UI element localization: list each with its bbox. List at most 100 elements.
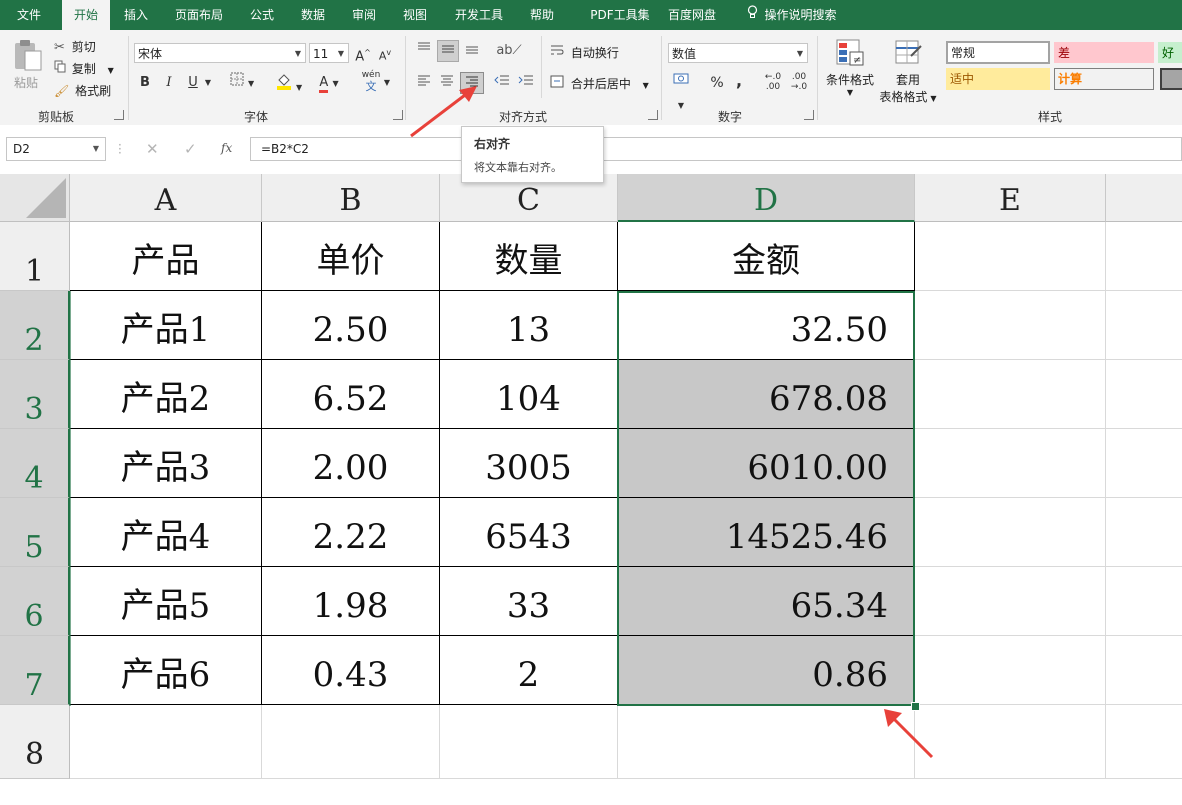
cell-b2[interactable]: 2.50 (262, 291, 440, 360)
column-header-b[interactable]: B (262, 174, 440, 222)
cell-b8[interactable] (262, 705, 440, 779)
cell-a5[interactable]: 产品4 (70, 498, 262, 567)
row-header-4[interactable]: 4 (0, 429, 70, 498)
cell-e4[interactable] (915, 429, 1106, 498)
tab-formulas[interactable]: 公式 (241, 0, 283, 30)
wrap-text-button[interactable]: 自动换行 (550, 44, 619, 62)
accounting-format-button[interactable]: ▼ (668, 72, 694, 110)
paste-button[interactable]: 粘贴 (10, 38, 46, 94)
decrease-decimal-button[interactable]: .00 →.0 (788, 72, 810, 94)
align-center-button[interactable] (437, 72, 457, 94)
cell-d4[interactable]: 6010.00 (618, 429, 915, 498)
cell-c2[interactable]: 13 (440, 291, 618, 360)
column-header-e[interactable]: E (915, 174, 1106, 222)
orientation-button[interactable]: ab⟋ (494, 40, 524, 62)
comma-style-button[interactable]: , (732, 70, 746, 92)
style-check-cell[interactable] (1160, 68, 1182, 90)
clipboard-launcher-icon[interactable] (114, 110, 124, 120)
cell-b7[interactable]: 0.43 (262, 636, 440, 705)
row-header-1[interactable]: 1 (0, 222, 70, 291)
cell-b6[interactable]: 1.98 (262, 567, 440, 636)
row-header-7[interactable]: 7 (0, 636, 70, 705)
name-box[interactable]: D2 ▼ (6, 137, 106, 161)
cell-f7[interactable] (1106, 636, 1182, 705)
row-header-3[interactable]: 3 (0, 360, 70, 429)
tab-home[interactable]: 开始 (62, 0, 110, 32)
tab-page-layout[interactable]: 页面布局 (167, 0, 231, 30)
tab-view[interactable]: 视图 (394, 0, 436, 30)
column-header-d[interactable]: D (618, 174, 915, 222)
cell-a3[interactable]: 产品2 (70, 360, 262, 429)
cell-d5[interactable]: 14525.46 (618, 498, 915, 567)
style-neutral[interactable]: 适中 (946, 68, 1050, 90)
alignment-launcher-icon[interactable] (648, 110, 658, 120)
cell-f4[interactable] (1106, 429, 1182, 498)
style-good[interactable]: 好 (1158, 42, 1182, 63)
italic-button[interactable]: I (160, 72, 178, 94)
cell-a7[interactable]: 产品6 (70, 636, 262, 705)
grow-font-button[interactable]: A^ (354, 42, 372, 64)
percent-button[interactable]: % (708, 72, 726, 94)
font-size-select[interactable]: 11 ▼ (309, 43, 349, 63)
tab-pdf-tools[interactable]: PDF工具集 (572, 0, 668, 30)
font-launcher-icon[interactable] (393, 110, 403, 120)
cut-button[interactable]: ✂ 剪切 (54, 38, 96, 56)
cell-d2[interactable]: 32.50 (618, 291, 915, 360)
cell-d8[interactable] (618, 705, 915, 779)
fill-handle[interactable] (911, 702, 920, 711)
cell-c1[interactable]: 数量 (440, 222, 618, 291)
cell-f5[interactable] (1106, 498, 1182, 567)
cell-e3[interactable] (915, 360, 1106, 429)
cell-f6[interactable] (1106, 567, 1182, 636)
align-right-button[interactable] (460, 72, 484, 94)
select-all-button[interactable] (0, 174, 70, 222)
format-as-table-button[interactable]: 套用 表格格式 ▼ (876, 38, 940, 104)
cell-c3[interactable]: 104 (440, 360, 618, 429)
row-header-6[interactable]: 6 (0, 567, 70, 636)
cancel-entry-icon[interactable]: ✕ (146, 140, 159, 158)
tab-help[interactable]: 帮助 (521, 0, 563, 30)
row-header-8[interactable]: 8 (0, 705, 70, 779)
tab-data[interactable]: 数据 (292, 0, 334, 30)
tab-insert[interactable]: 插入 (115, 0, 157, 30)
cell-b5[interactable]: 2.22 (262, 498, 440, 567)
cell-e5[interactable] (915, 498, 1106, 567)
cell-b3[interactable]: 6.52 (262, 360, 440, 429)
column-header-a[interactable]: A (70, 174, 262, 222)
cell-c7[interactable]: 2 (440, 636, 618, 705)
font-name-select[interactable]: 宋体 ▼ (134, 43, 306, 63)
copy-button[interactable]: 复制 ▼ (54, 60, 114, 78)
increase-decimal-button[interactable]: ←.0.00 (762, 72, 784, 94)
cell-b4[interactable]: 2.00 (262, 429, 440, 498)
tell-me-search[interactable]: 操作说明搜索 (736, 0, 848, 30)
cell-f8[interactable] (1106, 705, 1182, 779)
cell-d3[interactable]: 678.08 (618, 360, 915, 429)
number-format-select[interactable]: 数值 ▼ (668, 43, 808, 63)
merge-center-button[interactable]: 合并后居中 ▼ (550, 75, 649, 93)
fill-color-button[interactable]: ▼ (274, 72, 304, 94)
tab-file[interactable]: 文件 (6, 0, 52, 30)
cell-d6[interactable]: 65.34 (618, 567, 915, 636)
style-bad[interactable]: 差 (1054, 42, 1154, 63)
insert-function-button[interactable]: fx (221, 141, 232, 155)
cell-a6[interactable]: 产品5 (70, 567, 262, 636)
cell-d7[interactable]: 0.86 (618, 636, 915, 705)
cell-e1[interactable] (915, 222, 1106, 291)
formula-input[interactable]: =B2*C2 (250, 137, 1182, 161)
font-color-button[interactable]: A ▼ (314, 72, 344, 94)
tab-baidu-netdisk[interactable]: 百度网盘 (660, 0, 724, 30)
cell-d1[interactable]: 金额 (618, 222, 915, 291)
cell-e6[interactable] (915, 567, 1106, 636)
middle-align-button[interactable] (437, 40, 459, 62)
bold-button[interactable]: B (136, 72, 154, 94)
underline-button[interactable]: U (184, 72, 202, 94)
row-header-2[interactable]: 2 (0, 291, 70, 360)
style-normal[interactable]: 常规 (946, 41, 1050, 64)
cell-c4[interactable]: 3005 (440, 429, 618, 498)
align-left-button[interactable] (414, 72, 434, 94)
cell-f1[interactable] (1106, 222, 1182, 291)
bottom-align-button[interactable] (462, 40, 482, 62)
cell-c8[interactable] (440, 705, 618, 779)
number-launcher-icon[interactable] (804, 110, 814, 120)
cell-f3[interactable] (1106, 360, 1182, 429)
